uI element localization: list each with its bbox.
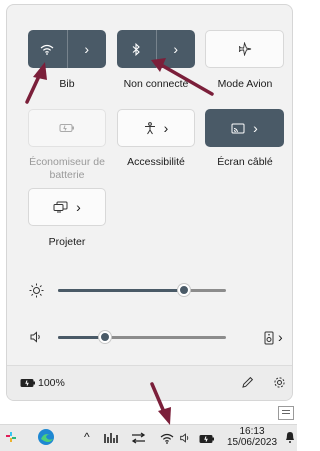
battery-saver-tile[interactable] bbox=[28, 109, 106, 147]
volume-fill bbox=[58, 336, 105, 339]
battery-icon[interactable] bbox=[20, 378, 36, 388]
airplane-mode-tile[interactable] bbox=[205, 30, 284, 68]
battery-saver-icon bbox=[59, 124, 74, 132]
wifi-toggle[interactable] bbox=[28, 30, 67, 68]
battery-saver-label: Économiseur de batterie bbox=[29, 156, 105, 181]
chevron-right-icon: › bbox=[163, 120, 169, 136]
airplane-icon bbox=[238, 42, 251, 56]
wifi-expand-button[interactable]: › bbox=[66, 30, 107, 68]
chevron-right-icon: › bbox=[76, 199, 81, 215]
quick-settings-footer: 100% bbox=[7, 365, 292, 400]
airplane-mode-label: Mode Avion bbox=[217, 78, 273, 90]
bluetooth-tile[interactable]: › bbox=[117, 30, 195, 68]
chevron-right-icon: › bbox=[84, 41, 90, 57]
project-tile[interactable]: › bbox=[28, 188, 106, 226]
wired-display-tile[interactable]: › bbox=[205, 109, 284, 147]
speaker-icon[interactable] bbox=[29, 330, 43, 344]
taskbar-battery-icon[interactable] bbox=[199, 434, 215, 444]
bluetooth-icon bbox=[132, 42, 141, 56]
taskbar-clock[interactable]: 16:13 15/06/2023 bbox=[222, 426, 282, 448]
pencil-icon[interactable] bbox=[241, 376, 254, 389]
taskbar-volume-icon[interactable] bbox=[179, 432, 191, 444]
chevron-up-icon[interactable]: ^ bbox=[84, 430, 90, 444]
quick-settings-panel: › Bib › Non connecté Mode Avion Économis… bbox=[6, 4, 293, 401]
taskbar: ^ 16:13 15/06/2023 bbox=[0, 424, 297, 451]
brightness-slider[interactable] bbox=[7, 281, 292, 301]
chevron-right-icon: › bbox=[253, 120, 258, 136]
project-label: Projeter bbox=[48, 236, 86, 248]
accessibility-label: Accessibilité bbox=[127, 156, 185, 168]
bluetooth-expand-button[interactable]: › bbox=[155, 30, 196, 68]
clock-time: 16:13 bbox=[239, 426, 265, 437]
slack-icon[interactable] bbox=[4, 430, 18, 444]
brightness-thumb[interactable] bbox=[178, 284, 190, 296]
scroll-indicator bbox=[278, 406, 294, 420]
settings-gear-icon[interactable] bbox=[273, 376, 286, 389]
brightness-fill bbox=[58, 289, 184, 292]
accessibility-tile[interactable]: › bbox=[117, 109, 195, 147]
brightness-icon bbox=[29, 283, 44, 298]
audio-device-icon[interactable] bbox=[264, 331, 274, 345]
wifi-tile[interactable]: › bbox=[28, 30, 106, 68]
accessibility-icon bbox=[144, 121, 155, 134]
taskbar-wifi-icon[interactable] bbox=[160, 433, 174, 444]
audio-output-chevron-icon[interactable]: › bbox=[278, 330, 283, 344]
battery-percentage: 100% bbox=[38, 377, 65, 389]
cast-icon bbox=[231, 123, 245, 133]
bluetooth-label: Non connecté bbox=[123, 78, 189, 90]
wifi-label: Bib bbox=[59, 78, 75, 90]
bluetooth-toggle[interactable] bbox=[117, 30, 156, 68]
clock-date: 15/06/2023 bbox=[226, 437, 278, 448]
wifi-icon bbox=[40, 44, 54, 55]
project-icon bbox=[53, 201, 68, 213]
chevron-right-icon: › bbox=[173, 41, 179, 57]
notification-bell-icon[interactable] bbox=[285, 430, 295, 444]
app-tray-icon[interactable] bbox=[104, 432, 118, 444]
wired-display-label: Écran câblé bbox=[217, 156, 273, 168]
volume-slider[interactable]: › bbox=[7, 328, 292, 348]
transfer-arrows-icon[interactable] bbox=[131, 432, 146, 444]
volume-thumb[interactable] bbox=[99, 331, 111, 343]
edge-browser-icon[interactable] bbox=[37, 428, 55, 446]
